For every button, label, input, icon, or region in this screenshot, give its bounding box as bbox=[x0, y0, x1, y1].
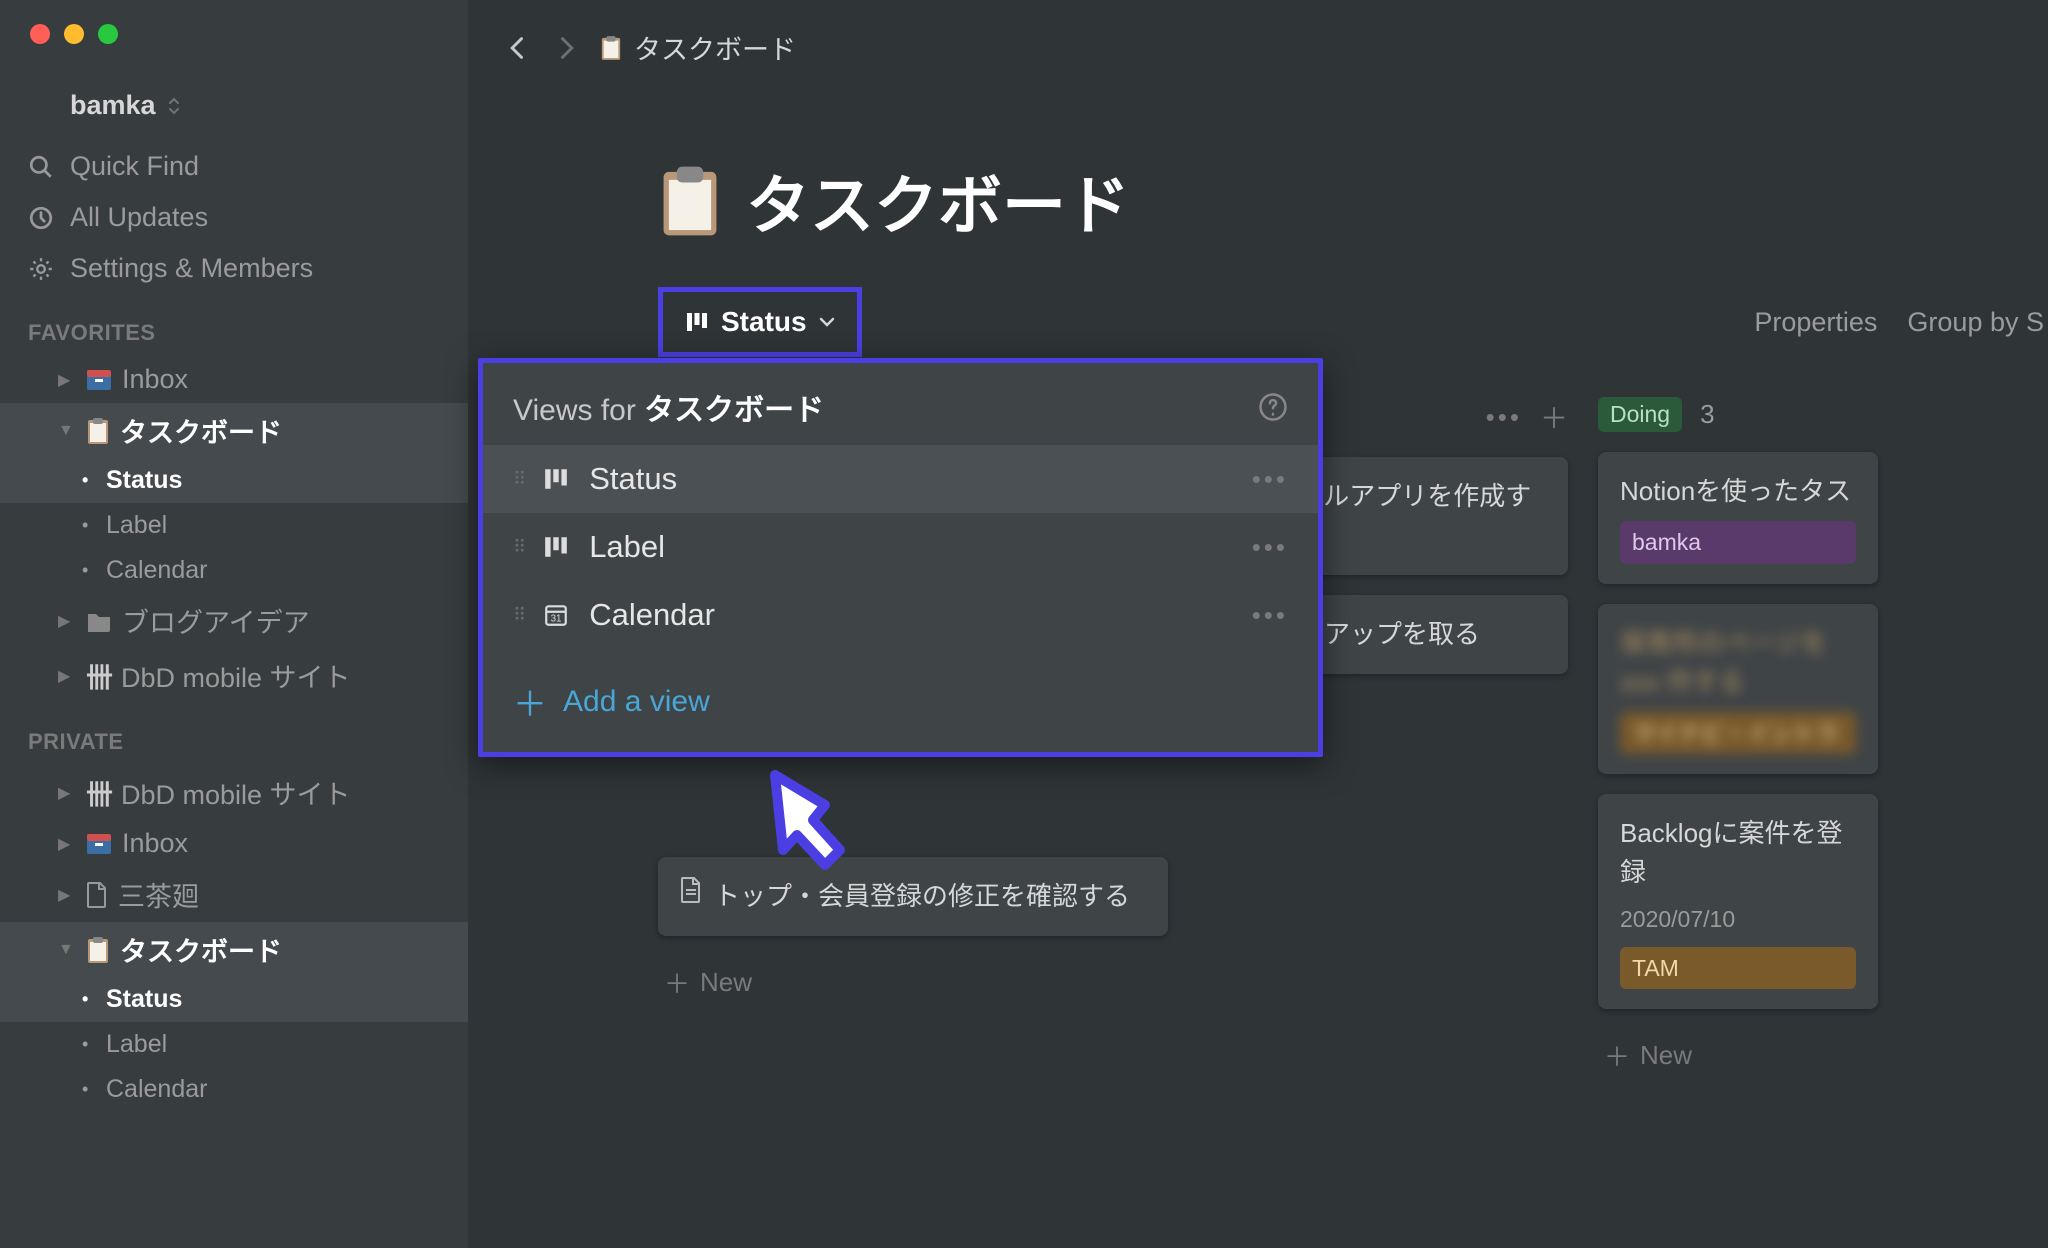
caret-down-icon: ▼ bbox=[58, 422, 76, 440]
board-icon bbox=[543, 534, 569, 560]
quick-find[interactable]: Quick Find bbox=[0, 141, 468, 192]
sidebar-item-blog-ideas[interactable]: ▶ ブログアイデア bbox=[0, 593, 468, 648]
page-title-text[interactable]: タスクボード bbox=[746, 155, 1130, 247]
view-item-label[interactable]: ⠿ Label ••• bbox=[483, 513, 1318, 581]
sidebar-item-dbd-mobile[interactable]: ▶ 卌 DbD mobile サイト bbox=[0, 648, 468, 703]
topbar: タスクボード bbox=[468, 0, 2048, 95]
clipboard-icon bbox=[86, 936, 110, 964]
sidebar-subitem-status[interactable]: • Status bbox=[0, 458, 468, 503]
drag-handle-icon[interactable]: ⠿ bbox=[513, 537, 523, 558]
sidebar-item-taskboard[interactable]: ▼ タスクボード bbox=[0, 403, 468, 458]
sidebar: bamka Quick Find All Updates Settings & … bbox=[0, 0, 468, 1248]
breadcrumb[interactable]: タスクボード bbox=[600, 28, 796, 67]
sidebar-subitem-label[interactable]: • Label bbox=[0, 503, 468, 548]
page-icon bbox=[86, 882, 108, 908]
svg-text:31: 31 bbox=[551, 614, 562, 625]
board-card[interactable]: Notionを使ったタス bamka bbox=[1598, 452, 1878, 584]
clipboard-icon bbox=[86, 417, 110, 445]
drag-handle-icon[interactable]: ⠿ bbox=[513, 469, 523, 490]
plus-icon: ＋ bbox=[1604, 1037, 1630, 1074]
view-item-more-icon[interactable]: ••• bbox=[1252, 464, 1288, 495]
caret-right-icon: ▶ bbox=[58, 885, 76, 905]
view-tab-status[interactable]: Status bbox=[658, 287, 862, 357]
help-icon[interactable] bbox=[1258, 392, 1288, 422]
views-popup-header: Views for タスクボード bbox=[483, 363, 1318, 445]
favorites-label: FAVORITES bbox=[0, 294, 468, 356]
sidebar-private-dbd[interactable]: ▶ 卌 DbD mobile サイト bbox=[0, 765, 468, 820]
sidebar-private-taskboard[interactable]: ▼ タスクボード bbox=[0, 922, 468, 977]
sidebar-private-sub-calendar[interactable]: • Calendar bbox=[0, 1067, 468, 1112]
close-window[interactable] bbox=[30, 24, 50, 44]
new-card-button[interactable]: ＋ New bbox=[658, 956, 1168, 1009]
page-icon[interactable] bbox=[658, 164, 722, 238]
column-more-icon[interactable]: ••• bbox=[1486, 402, 1522, 433]
inbox-icon bbox=[86, 833, 112, 855]
views-popup: Views for タスクボード ⠿ Status ••• ⠿ Label ••… bbox=[478, 358, 1323, 757]
settings-members[interactable]: Settings & Members bbox=[0, 243, 468, 294]
folder-icon bbox=[86, 610, 112, 632]
board-card[interactable]: Backlogに案件を登録 2020/07/10 TAM bbox=[1598, 794, 1878, 1009]
clipboard-icon bbox=[600, 35, 622, 61]
sidebar-subitem-calendar[interactable]: • Calendar bbox=[0, 548, 468, 593]
plus-icon: ＋ bbox=[513, 677, 547, 726]
column-header: Doing 3 bbox=[1598, 397, 1878, 432]
drag-handle-icon[interactable]: ⠿ bbox=[513, 605, 523, 626]
board-column-doing: Doing 3 Notionを使ったタス bamka 保育所のページをxxx 作… bbox=[1598, 397, 1878, 1082]
view-item-more-icon[interactable]: ••• bbox=[1252, 532, 1288, 563]
tag-badge: マイナビ・イントラ bbox=[1620, 712, 1856, 755]
board-icon bbox=[543, 466, 569, 492]
add-view-button[interactable]: ＋ Add a view bbox=[483, 649, 1318, 748]
tag-badge: TAM bbox=[1620, 947, 1856, 990]
cursor-hand-icon bbox=[735, 750, 865, 890]
back-button[interactable] bbox=[504, 34, 532, 62]
caret-right-icon: ▶ bbox=[58, 666, 76, 686]
search-icon bbox=[28, 154, 54, 180]
forward-button[interactable] bbox=[552, 34, 580, 62]
new-card-button[interactable]: ＋ New bbox=[1598, 1029, 1878, 1082]
maximize-window[interactable] bbox=[98, 24, 118, 44]
caret-right-icon: ▶ bbox=[58, 834, 76, 854]
inbox-icon bbox=[86, 369, 112, 391]
clock-icon bbox=[28, 205, 54, 231]
sidebar-private-sub-label[interactable]: • Label bbox=[0, 1022, 468, 1067]
view-item-more-icon[interactable]: ••• bbox=[1252, 600, 1288, 631]
plus-icon: ＋ bbox=[664, 964, 690, 1001]
chevron-updown-icon bbox=[166, 96, 182, 116]
properties-button[interactable]: Properties bbox=[1754, 307, 1877, 338]
caret-right-icon: ▶ bbox=[58, 370, 76, 390]
tally-icon: 卌 bbox=[86, 773, 111, 812]
sidebar-item-inbox[interactable]: ▶ Inbox bbox=[0, 356, 468, 403]
minimize-window[interactable] bbox=[64, 24, 84, 44]
caret-down-icon: ▼ bbox=[58, 941, 76, 959]
private-label: PRIVATE bbox=[0, 703, 468, 765]
view-item-calendar[interactable]: ⠿ 31 Calendar ••• bbox=[483, 581, 1318, 649]
chevron-down-icon bbox=[819, 316, 835, 328]
card-date: 2020/07/10 bbox=[1620, 902, 1856, 937]
all-updates[interactable]: All Updates bbox=[0, 192, 468, 243]
sidebar-private-inbox[interactable]: ▶ Inbox bbox=[0, 820, 468, 867]
gear-icon bbox=[28, 256, 54, 282]
workspace-name: bamka bbox=[70, 90, 156, 121]
view-item-status[interactable]: ⠿ Status ••• bbox=[483, 445, 1318, 513]
window-traffic-lights[interactable] bbox=[30, 24, 118, 44]
board-icon bbox=[685, 310, 709, 334]
page-icon bbox=[680, 877, 702, 903]
group-by-button[interactable]: Group by S bbox=[1907, 307, 2044, 338]
page-title: タスクボード bbox=[468, 95, 2048, 287]
sidebar-private-sancha[interactable]: ▶ 三茶廻 bbox=[0, 867, 468, 922]
column-add-icon[interactable]: ＋ bbox=[1540, 397, 1568, 437]
status-badge: Doing bbox=[1598, 397, 1682, 432]
board-card[interactable]: 保育所のページをxxx 作する マイナビ・イントラ bbox=[1598, 604, 1878, 775]
tally-icon: 卌 bbox=[86, 656, 111, 695]
sidebar-private-sub-status[interactable]: • Status bbox=[0, 977, 468, 1022]
calendar-icon: 31 bbox=[543, 602, 569, 628]
workspace-switcher[interactable]: bamka bbox=[0, 80, 468, 141]
caret-right-icon: ▶ bbox=[58, 783, 76, 803]
column-count: 3 bbox=[1700, 399, 1714, 430]
tag-badge: bamka bbox=[1620, 521, 1856, 564]
database-toolbar: Properties Group by S bbox=[1754, 307, 2048, 338]
caret-right-icon: ▶ bbox=[58, 611, 76, 631]
